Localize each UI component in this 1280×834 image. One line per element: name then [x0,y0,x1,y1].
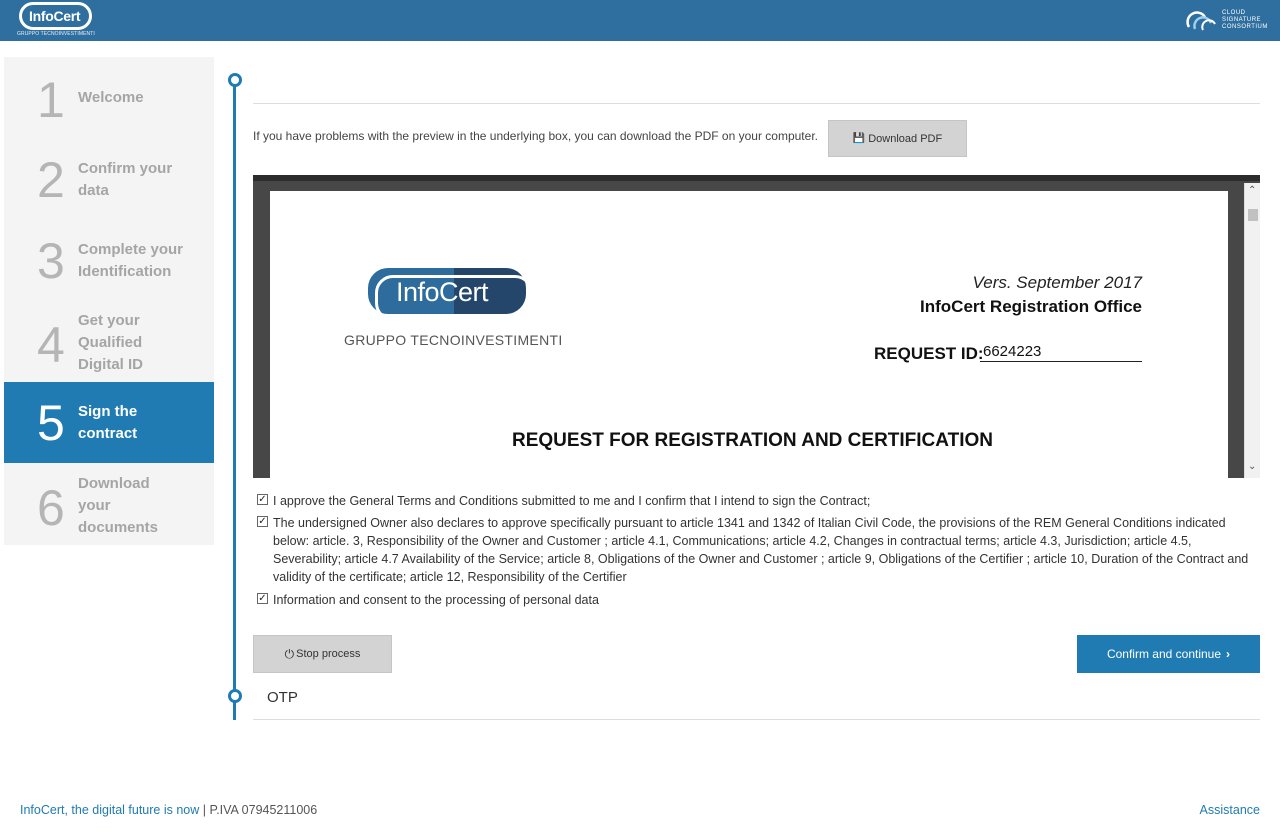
step-number: 3 [37,233,65,289]
floppy-icon: 💾 [852,133,866,144]
viewer-top-edge [253,175,1260,181]
assistance-link[interactable]: Assistance [1200,803,1260,817]
viewer-scrollbar[interactable]: ⌃ ⌄ [1244,183,1260,478]
scroll-down-icon[interactable]: ⌄ [1248,461,1256,472]
document-logo-text: InfoCert [396,277,489,307]
step-label: Sign the contract [78,403,138,442]
csc-line: CONSORTIUM [1222,24,1268,30]
csc-text: CLOUD SIGNATURE CONSORTIUM [1222,10,1268,31]
step-download-documents[interactable]: 6 Download your documents [4,463,214,545]
request-id-value: 6624223 [980,343,1142,362]
footer-vat: P.IVA 07945211006 [209,803,318,817]
consent-articles[interactable]: ✓ The undersigned Owner also declares to… [257,514,1252,586]
step-number: 5 [37,395,65,451]
consent-text: I approve the General Terms and Conditio… [273,494,871,508]
csc-line: SIGNATURE [1222,17,1262,23]
consent-text: Information and consent to the processin… [273,593,599,607]
download-pdf-button[interactable]: 💾 Download PDF [828,120,967,157]
step-label: Welcome [78,89,144,106]
cloud-icon [1186,11,1216,31]
footer-tagline-link[interactable]: InfoCert, the digital future is now [20,803,199,817]
footer-separator: | [199,803,210,817]
checkbox-checked-icon[interactable]: ✓ [257,516,268,527]
step-number: 2 [37,152,65,208]
csc-line: CLOUD [1222,10,1246,16]
pdf-page: InfoCert GRUPPO TECNOINVESTIMENTI Vers. … [270,191,1228,478]
timeline-dot [228,73,242,87]
cloud-signature-consortium-logo: CLOUD SIGNATURE CONSORTIUM [1185,8,1271,34]
document-version: Vers. September 2017 [972,273,1142,292]
step-label: Complete your Identification [78,241,184,280]
power-icon: ⏻ [284,646,295,661]
document-logo: InfoCert [368,268,540,328]
download-pdf-label: Download PDF [868,132,943,145]
confirm-continue-button[interactable]: Confirm and continue › [1077,635,1260,673]
checkbox-checked-icon[interactable]: ✓ [257,494,268,505]
step-label: Confirm your data [78,160,173,199]
footer-info: InfoCert, the digital future is now | P.… [20,803,317,817]
infocert-logo[interactable]: InfoCert GRUPPO TECNOINVESTIMENTI [17,2,95,38]
checkbox-checked-icon[interactable]: ✓ [257,593,268,604]
preview-notice: If you have problems with the preview in… [253,129,818,143]
logo-pill: InfoCert [19,2,92,30]
consent-privacy[interactable]: ✓ Information and consent to the process… [257,591,1257,609]
top-bar: InfoCert GRUPPO TECNOINVESTIMENTI CLOUD … [0,0,1280,41]
step-complete-identification[interactable]: 3 Complete your Identification [4,220,214,300]
timeline-dot [228,689,242,703]
step-welcome[interactable]: 1 Welcome [4,57,214,139]
step-sign-contract[interactable]: 5 Sign the contract [4,382,214,463]
timeline-line [233,80,236,720]
stop-process-label: Stop process [296,648,361,660]
step-label: Download your documents [78,475,159,536]
logo-text: InfoCert [29,8,81,24]
step-get-digital-id[interactable]: 4 Get your Qualified Digital ID [4,300,214,382]
steps-sidebar: 1 Welcome 2 Confirm your data 3 Complete… [4,57,214,545]
document-office: InfoCert Registration Office [920,297,1142,316]
otp-section-title: OTP [267,689,298,706]
document-logo-subtext: GRUPPO TECNOINVESTIMENTI [344,332,563,348]
stop-process-button[interactable]: ⏻ Stop process [253,635,392,673]
request-id-label: REQUEST ID: [874,344,984,363]
divider [253,719,1260,720]
scroll-up-icon[interactable]: ⌃ [1248,185,1256,196]
consent-text: The undersigned Owner also declares to a… [273,516,1249,584]
step-number: 6 [37,480,65,536]
pdf-viewer[interactable]: InfoCert GRUPPO TECNOINVESTIMENTI Vers. … [253,175,1260,478]
confirm-continue-label: Confirm and continue [1106,647,1222,661]
document-title: REQUEST FOR REGISTRATION AND CERTIFICATI… [512,430,993,451]
chevron-right-icon: › [1226,647,1231,661]
consent-terms[interactable]: ✓ I approve the General Terms and Condit… [257,492,1257,510]
step-label: Get your Qualified Digital ID [78,312,144,373]
logo-subtext: GRUPPO TECNOINVESTIMENTI [17,31,95,37]
step-number: 1 [37,72,65,128]
divider [253,103,1260,104]
scroll-thumb[interactable] [1248,209,1258,221]
step-number: 4 [37,317,65,373]
step-confirm-data[interactable]: 2 Confirm your data [4,139,214,220]
